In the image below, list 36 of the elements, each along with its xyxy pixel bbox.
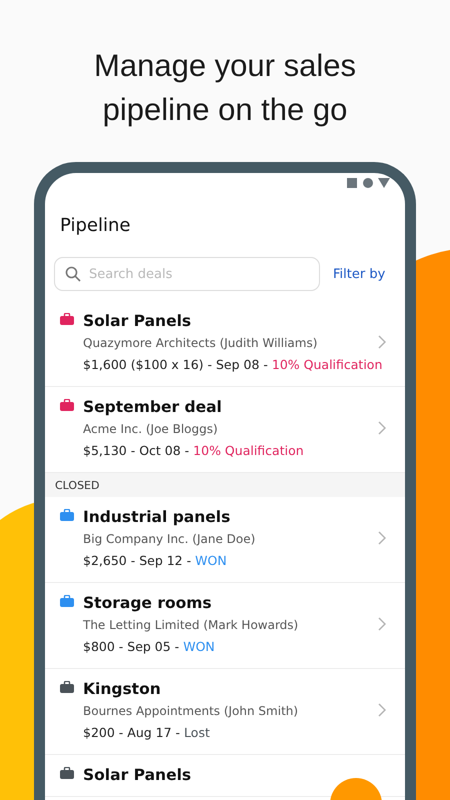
deal-title: Solar Panels [83, 311, 192, 332]
deal-title: Solar Panels [83, 765, 192, 786]
deal-title: Industrial panels [83, 507, 230, 528]
deal-title: Storage rooms [83, 593, 212, 614]
deal-details: $800 - Sep 05 - [83, 639, 180, 654]
deal-details: $200 - Aug 17 - [83, 725, 180, 740]
deal-status: WON [195, 553, 227, 568]
chevron-icon [378, 703, 386, 717]
deal-company: The Letting Limited (Mark Howards) [83, 617, 298, 634]
deal-details: $5,130 - Oct 08 - [83, 443, 190, 458]
search-icon [65, 266, 81, 282]
deal-company: Acme Inc. (Joe Bloggs) [83, 421, 218, 438]
deal-row[interactable]: Solar Panels Quazymore Architects (Judith Williams) $1,600 ($100 x 16) - Sep 08 - 10% Qualification [45, 301, 405, 387]
deal-row[interactable]: Storage rooms The Letting Limited (Mark Howards) $800 - Sep 05 - WON [45, 583, 405, 669]
chevron-icon [378, 421, 386, 435]
deal-company: Quazymore Architects (Judith Williams) [83, 335, 318, 352]
deal-row[interactable]: Kingston Bournes Appointments (John Smith) $200 - Aug 17 - Lost [45, 669, 405, 755]
deal-details: $1,600 ($100 x 16) - Sep 08 - [83, 357, 268, 372]
deal-company: Big Company Inc. (Jane Doe) [83, 531, 256, 548]
deal-details: $2,650 - Sep 12 - [83, 553, 192, 568]
section-header: CLOSED [45, 473, 405, 497]
chevron-icon [378, 531, 386, 545]
chevron-icon [378, 617, 386, 631]
screen-title: Pipeline [59, 214, 132, 238]
deal-title: Kingston [83, 679, 161, 700]
deal-status: Lost [184, 725, 210, 740]
filter-link[interactable]: Filter by [333, 266, 386, 282]
deal-company: Bournes Appointments (John Smith) [83, 703, 298, 720]
deal-status: WON [183, 639, 215, 654]
deal-row[interactable]: Industrial panels Big Company Inc. (Jane Doe) $2,650 - Sep 12 - WON [45, 497, 405, 583]
headline: Manage your sales pipeline on the go [93, 47, 357, 129]
chevron-icon [378, 335, 386, 349]
deal-title: September deal [83, 397, 222, 418]
deal-status: 10% Qualification [272, 357, 382, 372]
deal-status: 10% Qualification [193, 443, 304, 458]
search-field[interactable]: Search deals [54, 257, 320, 291]
